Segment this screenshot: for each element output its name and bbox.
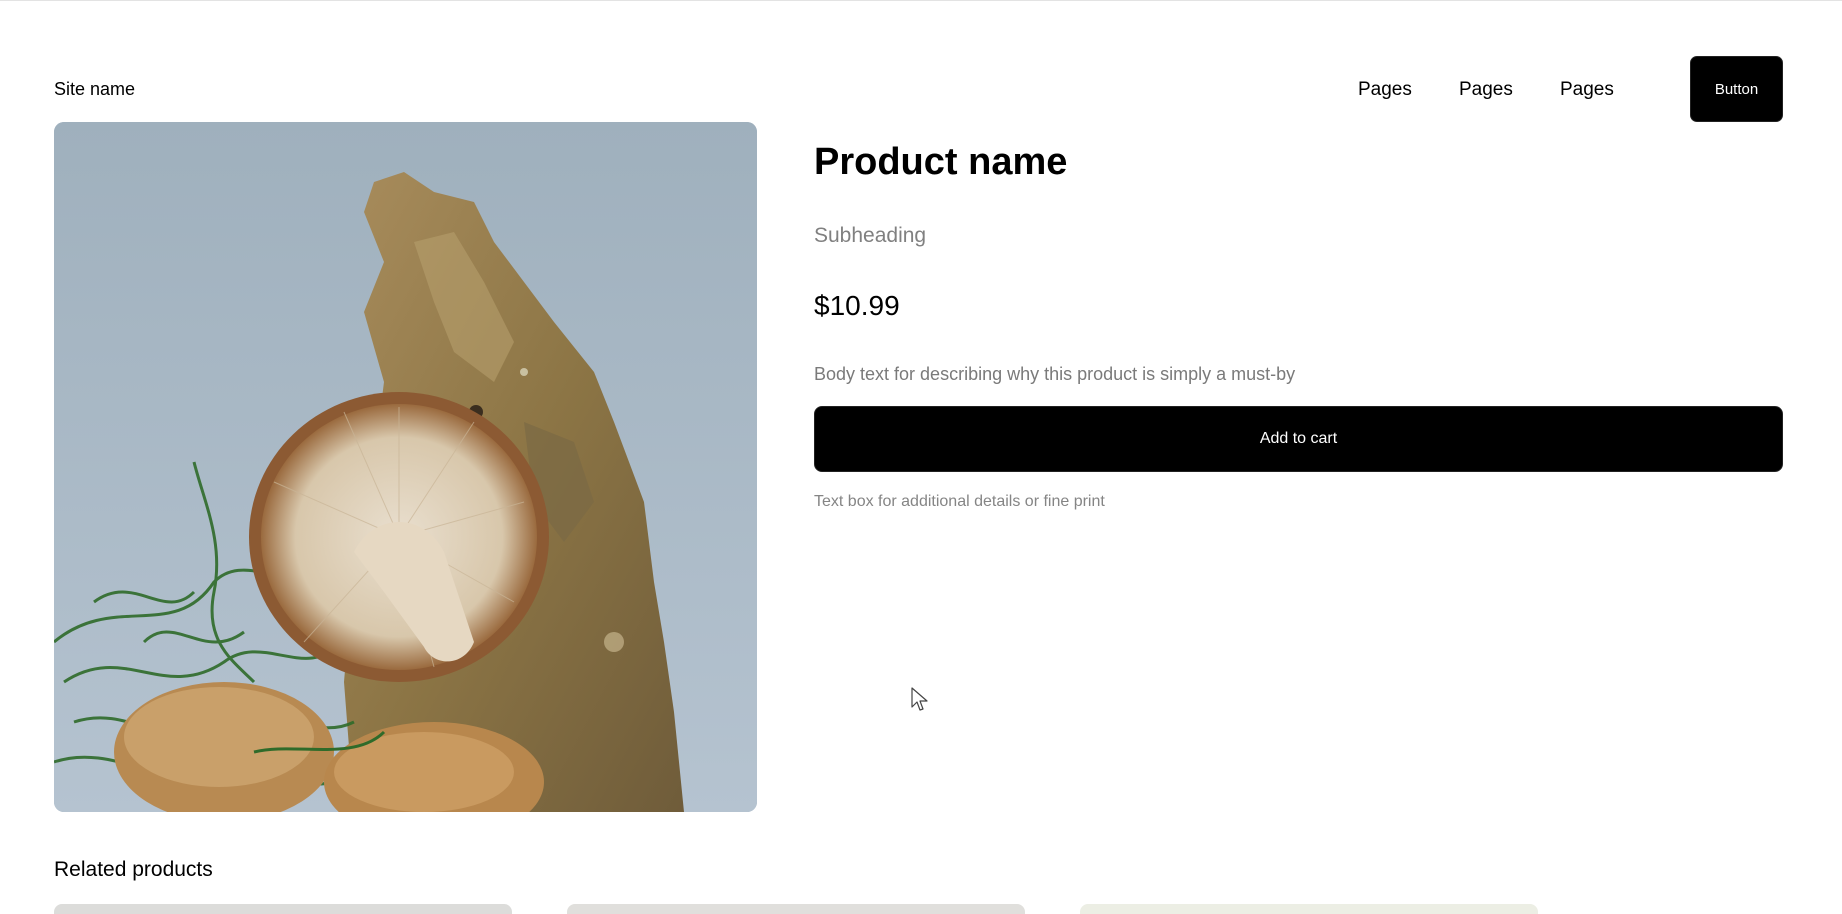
fine-print: Text box for additional details or fine …	[814, 493, 1105, 510]
product-price: $10.99	[814, 290, 900, 321]
related-product-card-2[interactable]	[567, 904, 1025, 914]
mushroom-photo	[54, 122, 757, 812]
related-product-card-1[interactable]	[54, 904, 512, 914]
product-description: Body text for describing why this produc…	[814, 364, 1296, 384]
nav-link-pages-1[interactable]: Pages	[1358, 79, 1438, 101]
nav-link-pages-3[interactable]: Pages	[1560, 79, 1640, 101]
product-subheading: Subheading	[814, 224, 927, 247]
product-image	[54, 122, 757, 812]
nav-link-pages-2[interactable]: Pages	[1459, 79, 1539, 101]
related-products-title: Related products	[54, 858, 213, 881]
top-divider	[0, 0, 1842, 1]
product-name: Product name	[814, 141, 1068, 183]
header-button[interactable]: Button	[1690, 56, 1783, 122]
mouse-cursor-icon	[911, 687, 928, 711]
related-product-card-3[interactable]	[1080, 904, 1538, 914]
add-to-cart-button[interactable]: Add to cart	[814, 406, 1783, 472]
site-name[interactable]: Site name	[54, 79, 135, 99]
